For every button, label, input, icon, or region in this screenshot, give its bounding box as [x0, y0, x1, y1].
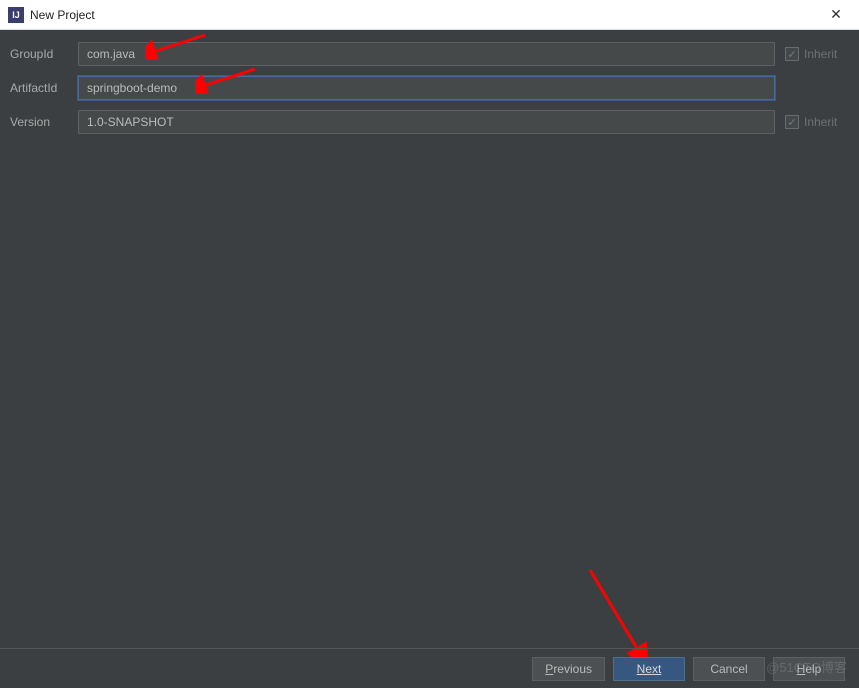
artifactid-row: ArtifactId — [10, 76, 849, 100]
artifactid-input[interactable] — [78, 76, 775, 100]
button-bar: Previous Next Cancel Help — [0, 648, 859, 688]
groupid-row: GroupId Inherit — [10, 42, 849, 66]
version-inherit-label: Inherit — [804, 115, 837, 129]
titlebar: IJ New Project ✕ — [0, 0, 859, 30]
version-inherit: Inherit — [785, 115, 849, 129]
help-button[interactable]: Help — [773, 657, 845, 681]
previous-button[interactable]: Previous — [532, 657, 605, 681]
window-title: New Project — [30, 8, 821, 22]
app-icon: IJ — [8, 7, 24, 23]
artifactid-label: ArtifactId — [10, 81, 68, 95]
version-inherit-checkbox — [785, 115, 799, 129]
cancel-button[interactable]: Cancel — [693, 657, 765, 681]
groupid-input[interactable] — [78, 42, 775, 66]
version-input[interactable] — [78, 110, 775, 134]
groupid-inherit: Inherit — [785, 47, 849, 61]
close-icon[interactable]: ✕ — [821, 0, 851, 30]
version-row: Version Inherit — [10, 110, 849, 134]
groupid-inherit-checkbox — [785, 47, 799, 61]
groupid-inherit-label: Inherit — [804, 47, 837, 61]
groupid-label: GroupId — [10, 47, 68, 61]
next-button[interactable]: Next — [613, 657, 685, 681]
form-content: GroupId Inherit ArtifactId Version Inher… — [0, 30, 859, 156]
version-label: Version — [10, 115, 68, 129]
